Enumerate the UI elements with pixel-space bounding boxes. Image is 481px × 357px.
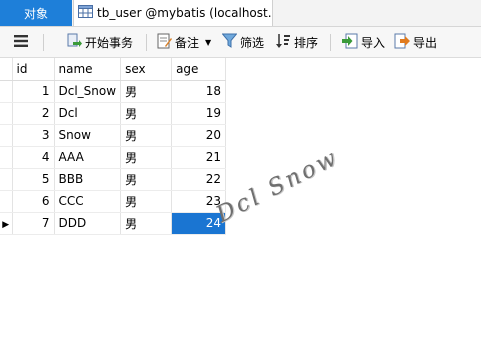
export-icon xyxy=(394,33,410,52)
note-label: 备注 xyxy=(175,35,200,50)
table-row[interactable]: 5 BBB 男 22 xyxy=(0,168,227,191)
cell-name[interactable]: CCC xyxy=(54,190,122,213)
table-row[interactable]: 1 Dcl_Snow 男 18 xyxy=(0,80,227,103)
current-row-arrow-icon: ▶ xyxy=(2,220,10,230)
current-row-marker[interactable]: ▶ xyxy=(0,212,13,235)
transaction-icon xyxy=(66,33,82,52)
cell-id[interactable]: 6 xyxy=(12,190,55,213)
cell-age[interactable]: 20 xyxy=(171,124,227,147)
data-table: id name sex age 1 Dcl_Snow 男 18 2 Dcl 男 … xyxy=(0,58,227,235)
begin-transaction-label: 开始事务 xyxy=(85,35,134,50)
table-row[interactable]: 6 CCC 男 23 xyxy=(0,190,227,213)
tab-table-label: tb_user @mybatis (localhost... xyxy=(97,6,273,20)
sort-button[interactable]: 排序 xyxy=(276,27,318,57)
cell-id[interactable]: 7 xyxy=(12,212,55,235)
data-grid: id name sex age 1 Dcl_Snow 男 18 2 Dcl 男 … xyxy=(0,58,227,235)
table-row-current[interactable]: ▶ 7 DDD 男 24 xyxy=(0,212,227,235)
cell-name[interactable]: Dcl xyxy=(54,102,122,125)
tab-bar: 对象 tb_user @mybatis (localhost... xyxy=(0,0,481,27)
toolbar-separator xyxy=(43,34,44,51)
note-icon xyxy=(157,33,172,52)
tab-objects[interactable]: 对象 xyxy=(0,0,72,26)
hamburger-icon xyxy=(14,34,28,50)
cell-id[interactable]: 1 xyxy=(12,80,55,103)
note-button[interactable]: 备注 ▼ xyxy=(157,27,211,57)
cell-id[interactable]: 4 xyxy=(12,146,55,169)
tab-objects-label: 对象 xyxy=(23,6,48,21)
sort-label: 排序 xyxy=(294,35,319,50)
begin-transaction-button[interactable]: 开始事务 xyxy=(66,27,133,57)
cell-id[interactable]: 3 xyxy=(12,124,55,147)
cell-sex[interactable]: 男 xyxy=(120,80,173,103)
cell-id[interactable]: 5 xyxy=(12,168,55,191)
import-label: 导入 xyxy=(361,35,386,50)
table-icon xyxy=(78,5,93,21)
cell-age[interactable]: 18 xyxy=(171,80,227,103)
cell-sex[interactable]: 男 xyxy=(120,212,173,235)
table-row[interactable]: 3 Snow 男 20 xyxy=(0,124,227,147)
sort-icon xyxy=(276,33,291,52)
cell-age[interactable]: 19 xyxy=(171,102,227,125)
cell-sex[interactable]: 男 xyxy=(120,190,173,213)
header-row: id name sex age xyxy=(0,58,227,81)
row-marker[interactable] xyxy=(0,168,13,191)
chevron-down-icon[interactable]: ▼ xyxy=(205,38,211,47)
cell-name[interactable]: BBB xyxy=(54,168,122,191)
column-header-sex[interactable]: sex xyxy=(120,58,173,81)
cell-age[interactable]: 22 xyxy=(171,168,227,191)
import-icon xyxy=(342,33,358,52)
filter-label: 筛选 xyxy=(240,35,265,50)
column-header-name[interactable]: name xyxy=(54,58,122,81)
cell-name[interactable]: Dcl_Snow xyxy=(54,80,122,103)
row-marker[interactable] xyxy=(0,146,13,169)
cell-name[interactable]: AAA xyxy=(54,146,122,169)
filter-button[interactable]: 筛选 xyxy=(221,27,265,57)
tab-table[interactable]: tb_user @mybatis (localhost... xyxy=(73,0,273,26)
menu-button[interactable] xyxy=(14,27,28,57)
row-marker[interactable] xyxy=(0,190,13,213)
table-row[interactable]: 4 AAA 男 21 xyxy=(0,146,227,169)
filter-icon xyxy=(221,33,238,51)
toolbar-separator xyxy=(330,34,331,51)
cell-name[interactable]: Snow xyxy=(54,124,122,147)
row-marker-header xyxy=(0,58,13,81)
table-row[interactable]: 2 Dcl 男 19 xyxy=(0,102,227,125)
cell-name[interactable]: DDD xyxy=(54,212,122,235)
watermark-text: Dcl Snow xyxy=(212,144,344,229)
toolbar: 开始事务 备注 ▼ 筛选 排序 导入 导出 xyxy=(0,27,481,58)
column-header-id[interactable]: id xyxy=(12,58,55,81)
column-header-age[interactable]: age xyxy=(171,58,227,81)
toolbar-separator xyxy=(146,34,147,51)
export-label: 导出 xyxy=(413,35,438,50)
cell-age[interactable]: 21 xyxy=(171,146,227,169)
export-button[interactable]: 导出 xyxy=(394,27,437,57)
cell-sex[interactable]: 男 xyxy=(120,102,173,125)
cell-sex[interactable]: 男 xyxy=(120,124,173,147)
row-marker[interactable] xyxy=(0,102,13,125)
cell-sex[interactable]: 男 xyxy=(120,168,173,191)
row-marker[interactable] xyxy=(0,124,13,147)
row-marker[interactable] xyxy=(0,80,13,103)
cell-sex[interactable]: 男 xyxy=(120,146,173,169)
import-button[interactable]: 导入 xyxy=(342,27,385,57)
cell-id[interactable]: 2 xyxy=(12,102,55,125)
